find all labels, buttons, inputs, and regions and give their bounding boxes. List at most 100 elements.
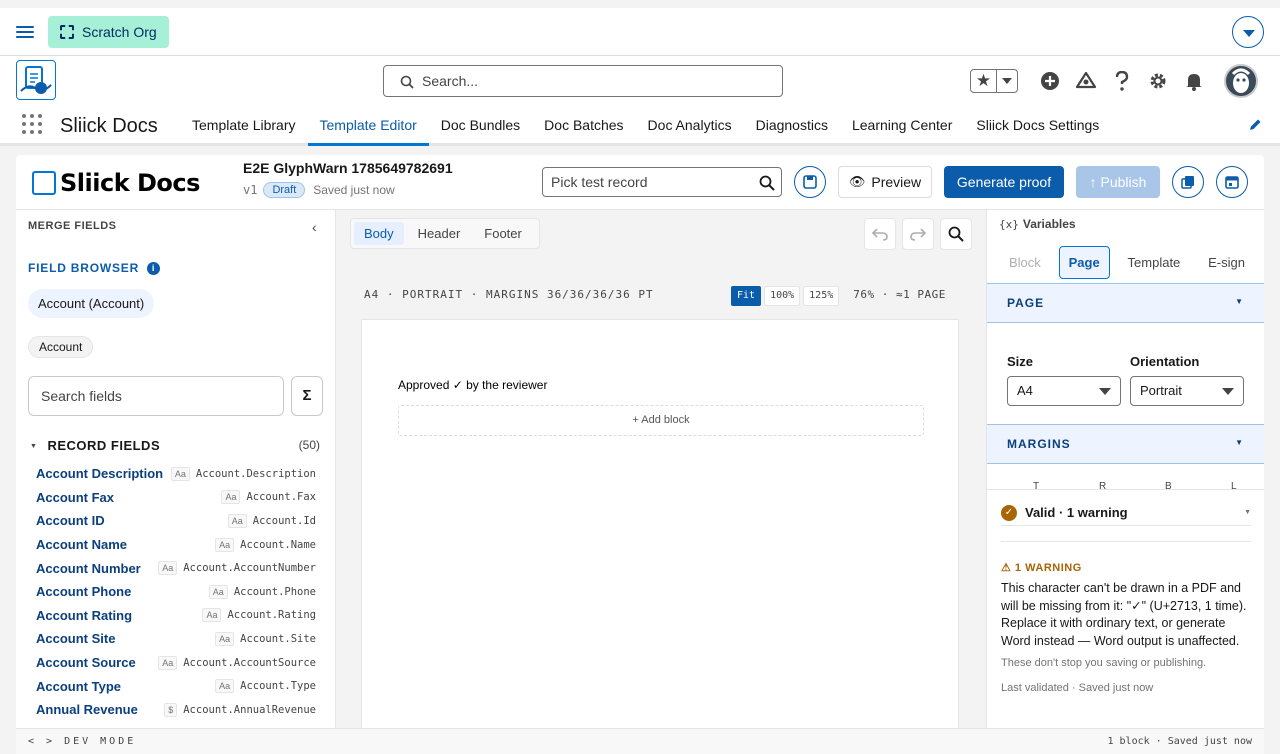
field-list: Account Description Aa Account.Description…: [36, 462, 316, 722]
publish-button[interactable]: ↑ Publish: [1076, 166, 1160, 198]
field-row[interactable]: Account Description Aa Account.Description: [36, 462, 316, 486]
menu-icon[interactable]: [16, 23, 34, 41]
tab-template[interactable]: Template: [1118, 246, 1191, 279]
tab-body[interactable]: Body: [354, 222, 404, 245]
search-icon[interactable]: [759, 175, 775, 191]
nav-tab-template-editor[interactable]: Template Editor: [307, 106, 430, 146]
test-record-picker[interactable]: [542, 167, 782, 197]
chevron-down-icon[interactable]: [997, 78, 1017, 84]
nav-tab-doc-bundles[interactable]: Doc Bundles: [429, 106, 532, 146]
record-fields-count: (50): [298, 438, 320, 452]
edit-nav-pencil-icon[interactable]: [1248, 118, 1262, 132]
field-api-name: Account.Phone: [233, 585, 316, 598]
zoom-125-button[interactable]: 125%: [803, 286, 840, 306]
editor-status: 1 block · Saved just now: [1107, 736, 1253, 747]
collapse-panel-icon[interactable]: ‹: [312, 219, 317, 235]
info-icon[interactable]: i: [147, 261, 161, 275]
notification-bell-icon[interactable]: [1183, 70, 1205, 92]
nav-tab-diagnostics[interactable]: Diagnostics: [744, 106, 840, 146]
formula-button[interactable]: Σ: [291, 376, 323, 416]
nav-tab-learning-center[interactable]: Learning Center: [840, 106, 964, 146]
field-row[interactable]: Account Site Aa Account.Site: [36, 627, 316, 651]
app-logo-icon[interactable]: [16, 60, 56, 100]
field-row[interactable]: Account Source Aa Account.AccountSource: [36, 651, 316, 675]
template-meta: v1 Draft Saved just now: [243, 182, 395, 198]
global-search[interactable]: [383, 65, 783, 97]
field-row[interactable]: Account Number Aa Account.AccountNumber: [36, 556, 316, 580]
dev-mode-toggle[interactable]: < > DEV MODE: [28, 736, 136, 747]
margins-section-header[interactable]: MARGINS ▼: [987, 424, 1264, 464]
app-name: Sliick Docs: [60, 115, 158, 137]
chevron-down-icon: ▼: [1244, 509, 1251, 516]
validation-panel: ✓ Valid · 1 warning ▼ ⚠ 1 WARNING This c…: [987, 489, 1264, 735]
generate-proof-button[interactable]: Generate proof: [944, 166, 1064, 198]
brand-name: Sliick Docs: [60, 169, 200, 197]
record-fields-header[interactable]: ▼ RECORD FIELDS (50): [30, 438, 322, 456]
favorites-button[interactable]: ★: [970, 69, 1018, 93]
warning-triangle-icon: ⚠: [1001, 562, 1015, 574]
nav-tab-doc-analytics[interactable]: Doc Analytics: [636, 106, 744, 146]
nav-tab-doc-batches[interactable]: Doc Batches: [532, 106, 635, 146]
field-row[interactable]: Account Type Aa Account.Type: [36, 674, 316, 698]
page-section-title: PAGE: [1007, 296, 1045, 310]
preview-button[interactable]: 👁 Preview: [838, 166, 932, 198]
field-row[interactable]: Account Name Aa Account.Name: [36, 533, 316, 557]
margin-top-label: T: [1033, 481, 1040, 489]
tab-footer[interactable]: Footer: [474, 222, 532, 245]
field-label: Annual Revenue: [36, 702, 138, 718]
field-api-name: Account.AccountNumber: [183, 562, 316, 575]
paragraph-block[interactable]: Approved ✓ by the reviewer: [398, 378, 547, 392]
version-label: v1: [243, 183, 258, 197]
tab-e-sign[interactable]: E-sign: [1198, 246, 1255, 279]
field-api-name: Account.Name: [240, 538, 316, 551]
nav-tab-settings[interactable]: Sliick Docs Settings: [964, 106, 1111, 146]
tab-header[interactable]: Header: [408, 222, 471, 245]
field-label: Account ID: [36, 513, 105, 529]
size-label: Size: [1007, 354, 1034, 369]
copy-button[interactable]: [1172, 166, 1204, 198]
size-select[interactable]: A4: [1007, 376, 1121, 406]
zoom-100-button[interactable]: 100%: [764, 286, 801, 306]
object-selector[interactable]: Account (Account): [28, 289, 155, 318]
add-icon[interactable]: [1039, 70, 1061, 92]
validation-summary[interactable]: ✓ Valid · 1 warning ▼: [1001, 500, 1251, 526]
zoom-fit-button[interactable]: Fit: [731, 286, 762, 306]
test-record-input[interactable]: [551, 168, 751, 196]
user-avatar[interactable]: [1224, 64, 1258, 98]
help-icon[interactable]: [1111, 70, 1133, 92]
orientation-select[interactable]: Portrait: [1130, 376, 1244, 406]
field-search-input[interactable]: [41, 377, 271, 415]
add-block-button[interactable]: + Add block: [398, 405, 924, 436]
org-dropdown-button[interactable]: [1232, 16, 1264, 48]
field-row[interactable]: Account Rating Aa Account.Rating: [36, 604, 316, 628]
variables-link[interactable]: {x} Variables: [999, 217, 1076, 231]
field-search[interactable]: [28, 376, 284, 416]
save-button[interactable]: [794, 166, 826, 198]
field-row[interactable]: Account Fax Aa Account.Fax: [36, 486, 316, 510]
nav-tab-template-library[interactable]: Template Library: [180, 106, 308, 146]
zoom-status: 76% · ≈1 PAGE: [853, 288, 946, 301]
schedule-button[interactable]: [1216, 166, 1248, 198]
field-type-badge: $: [164, 702, 178, 717]
org-badge[interactable]: Scratch Org: [48, 16, 169, 48]
global-search-input[interactable]: [422, 66, 772, 96]
tab-page[interactable]: Page: [1058, 246, 1110, 279]
document-page[interactable]: Approved ✓ by the reviewer + Add block: [361, 319, 959, 735]
undo-button[interactable]: [864, 218, 896, 250]
gear-icon[interactable]: [1147, 70, 1169, 92]
trailhead-icon[interactable]: [1075, 70, 1097, 92]
app-launcher-icon[interactable]: [22, 114, 42, 134]
field-row[interactable]: Annual Revenue $ Account.AnnualRevenue: [36, 698, 316, 722]
page-section-header[interactable]: PAGE ▼: [987, 283, 1264, 323]
find-button[interactable]: [940, 218, 972, 250]
object-breadcrumb-chip[interactable]: Account: [28, 336, 94, 358]
divider: [1001, 541, 1251, 542]
redo-button[interactable]: [902, 218, 934, 250]
field-label: Account Name: [36, 537, 128, 553]
field-row[interactable]: Account Phone Aa Account.Phone: [36, 580, 316, 604]
app-navigation-bar: Sliick Docs Template Library Template Ed…: [0, 106, 1280, 146]
field-type-badge: Aa: [170, 466, 190, 481]
variables-label: Variables: [1022, 217, 1076, 231]
tab-block[interactable]: Block: [999, 246, 1051, 279]
field-row[interactable]: Account ID Aa Account.Id: [36, 509, 316, 533]
